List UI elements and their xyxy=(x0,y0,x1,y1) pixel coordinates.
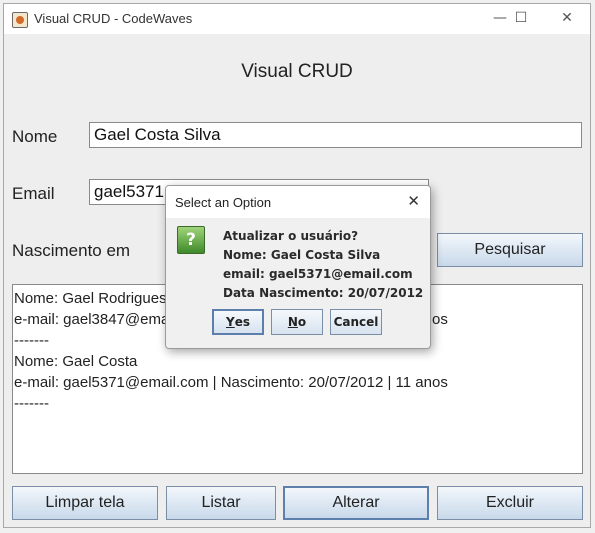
window-title: Visual CRUD - CodeWaves xyxy=(34,11,193,26)
excluir-button[interactable]: Excluir xyxy=(437,486,583,520)
close-button[interactable]: ✕ xyxy=(557,9,577,27)
cancel-button[interactable]: Cancel xyxy=(330,309,382,335)
pesquisar-button[interactable]: Pesquisar xyxy=(437,233,583,267)
yes-label-rest: es xyxy=(234,315,250,329)
dialog-title-bar: Select an Option ✕ xyxy=(166,186,430,218)
no-button[interactable]: No xyxy=(271,309,323,335)
maximize-button[interactable]: ☐ xyxy=(511,9,531,27)
minimize-button[interactable]: — xyxy=(490,9,510,27)
no-label-rest: o xyxy=(297,315,307,329)
dialog-question: Atualizar o usuário? xyxy=(223,229,359,243)
dialog-title: Select an Option xyxy=(175,195,272,210)
nascimento-label: Nascimento em xyxy=(12,241,131,260)
dialog-close-icon[interactable]: ✕ xyxy=(407,192,420,210)
limpar-tela-button[interactable]: Limpar tela xyxy=(12,486,158,520)
question-icon: ? xyxy=(177,226,205,254)
nome-label: Nome xyxy=(12,127,58,146)
yes-mnemonic: Y xyxy=(226,315,235,329)
java-app-icon xyxy=(12,12,28,28)
dialog-email: email: gael5371@email.com xyxy=(223,267,413,281)
nome-field[interactable]: Gael Costa Silva xyxy=(89,122,582,148)
no-mnemonic: N xyxy=(287,315,298,329)
page-title: Visual CRUD xyxy=(241,61,353,82)
output-line: Nome: Gael Costa xyxy=(14,353,138,370)
output-line: ------- xyxy=(14,395,49,412)
output-line: e-mail: gael5371@email.com | Nascimento:… xyxy=(14,374,448,391)
yes-button[interactable]: Yes xyxy=(212,309,264,335)
dialog-nome: Nome: Gael Costa Silva xyxy=(223,248,381,262)
listar-button[interactable]: Listar xyxy=(166,486,276,520)
email-label: Email xyxy=(12,184,55,203)
title-bar: Visual CRUD - CodeWaves — ☐ ✕ xyxy=(4,4,590,34)
dialog-data: Data Nascimento: 20/07/2012 xyxy=(223,286,424,300)
confirm-dialog: Select an Option ✕ ? Atualizar o usuário… xyxy=(165,185,431,349)
alterar-button[interactable]: Alterar xyxy=(283,486,429,520)
